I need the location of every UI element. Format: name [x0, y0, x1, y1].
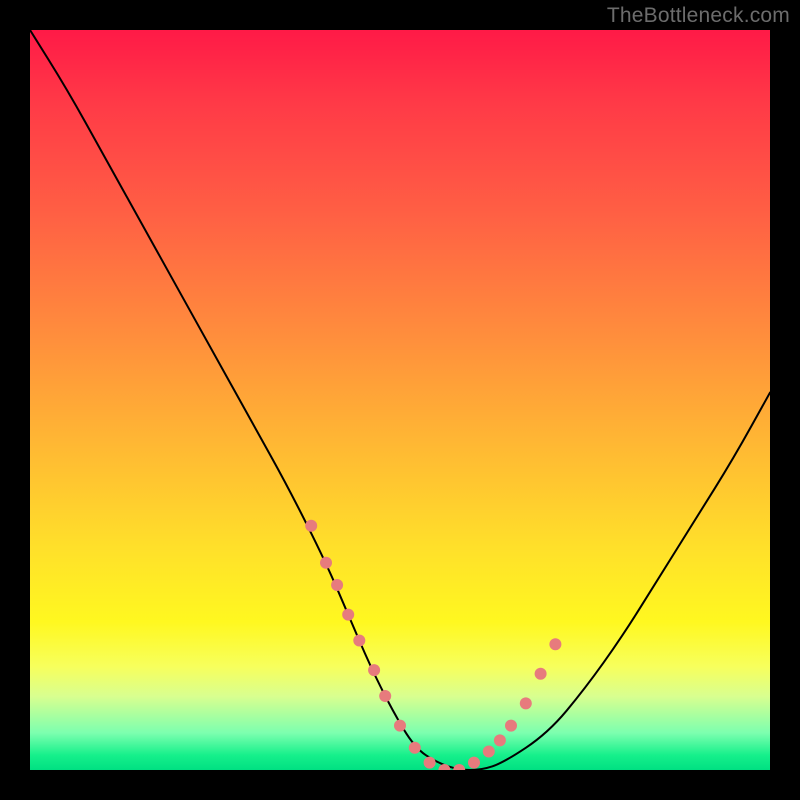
bottleneck-curve [30, 30, 770, 770]
highlight-dot [305, 520, 317, 532]
highlight-dot [424, 757, 436, 769]
highlight-dot [320, 557, 332, 569]
highlight-dot [394, 720, 406, 732]
optimal-range-dots [305, 520, 561, 770]
highlight-dot [409, 742, 421, 754]
watermark-text: TheBottleneck.com [607, 4, 790, 28]
highlight-dot [494, 734, 506, 746]
highlight-dot [549, 638, 561, 650]
highlight-dot [483, 746, 495, 758]
highlight-dot [368, 664, 380, 676]
plot-area [30, 30, 770, 770]
highlight-dot [438, 764, 450, 770]
highlight-dot [379, 690, 391, 702]
highlight-dot [353, 635, 365, 647]
chart-frame: TheBottleneck.com [0, 0, 800, 800]
highlight-dot [505, 720, 517, 732]
highlight-dot [342, 609, 354, 621]
highlight-dot [535, 668, 547, 680]
curve-svg [30, 30, 770, 770]
highlight-dot [520, 697, 532, 709]
highlight-dot [331, 579, 343, 591]
highlight-dot [468, 757, 480, 769]
highlight-dot [453, 764, 465, 770]
